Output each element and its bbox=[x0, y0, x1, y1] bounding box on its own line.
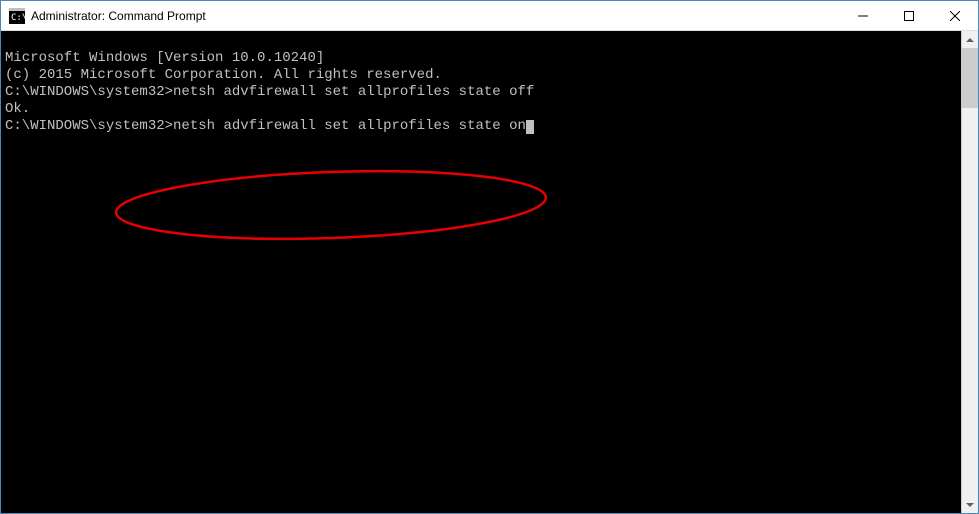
terminal-line: C:\WINDOWS\system32>netsh advfirewall se… bbox=[5, 84, 961, 101]
svg-text:C:\: C:\ bbox=[11, 13, 25, 23]
terminal-output[interactable]: Microsoft Windows [Version 10.0.10240](c… bbox=[1, 31, 961, 513]
scroll-up-arrow[interactable] bbox=[962, 31, 978, 48]
scroll-down-arrow[interactable] bbox=[962, 496, 978, 513]
window-controls bbox=[840, 1, 978, 30]
minimize-button[interactable] bbox=[840, 1, 886, 30]
terminal-area: Microsoft Windows [Version 10.0.10240](c… bbox=[1, 31, 978, 513]
titlebar[interactable]: C:\ Administrator: Command Prompt bbox=[1, 1, 978, 31]
maximize-button[interactable] bbox=[886, 1, 932, 30]
command-text: netsh advfirewall set allprofiles state … bbox=[173, 118, 526, 134]
vertical-scrollbar[interactable] bbox=[961, 31, 978, 513]
terminal-line: Microsoft Windows [Version 10.0.10240] bbox=[5, 50, 961, 67]
cmd-icon: C:\ bbox=[9, 8, 25, 24]
terminal-line: (c) 2015 Microsoft Corporation. All righ… bbox=[5, 67, 961, 84]
prompt: C:\WINDOWS\system32> bbox=[5, 84, 173, 100]
window-title: Administrator: Command Prompt bbox=[31, 9, 840, 23]
scroll-track[interactable] bbox=[962, 48, 978, 496]
prompt: C:\WINDOWS\system32> bbox=[5, 118, 173, 134]
command-prompt-window: C:\ Administrator: Command Prompt Micros… bbox=[0, 0, 979, 514]
terminal-line: Ok. bbox=[5, 101, 961, 118]
command-text: netsh advfirewall set allprofiles state … bbox=[173, 84, 534, 100]
terminal-line: C:\WINDOWS\system32>netsh advfirewall se… bbox=[5, 118, 961, 135]
text-cursor bbox=[526, 120, 534, 134]
close-button[interactable] bbox=[932, 1, 978, 30]
red-ellipse-annotation bbox=[106, 123, 556, 283]
scroll-thumb[interactable] bbox=[962, 48, 978, 108]
